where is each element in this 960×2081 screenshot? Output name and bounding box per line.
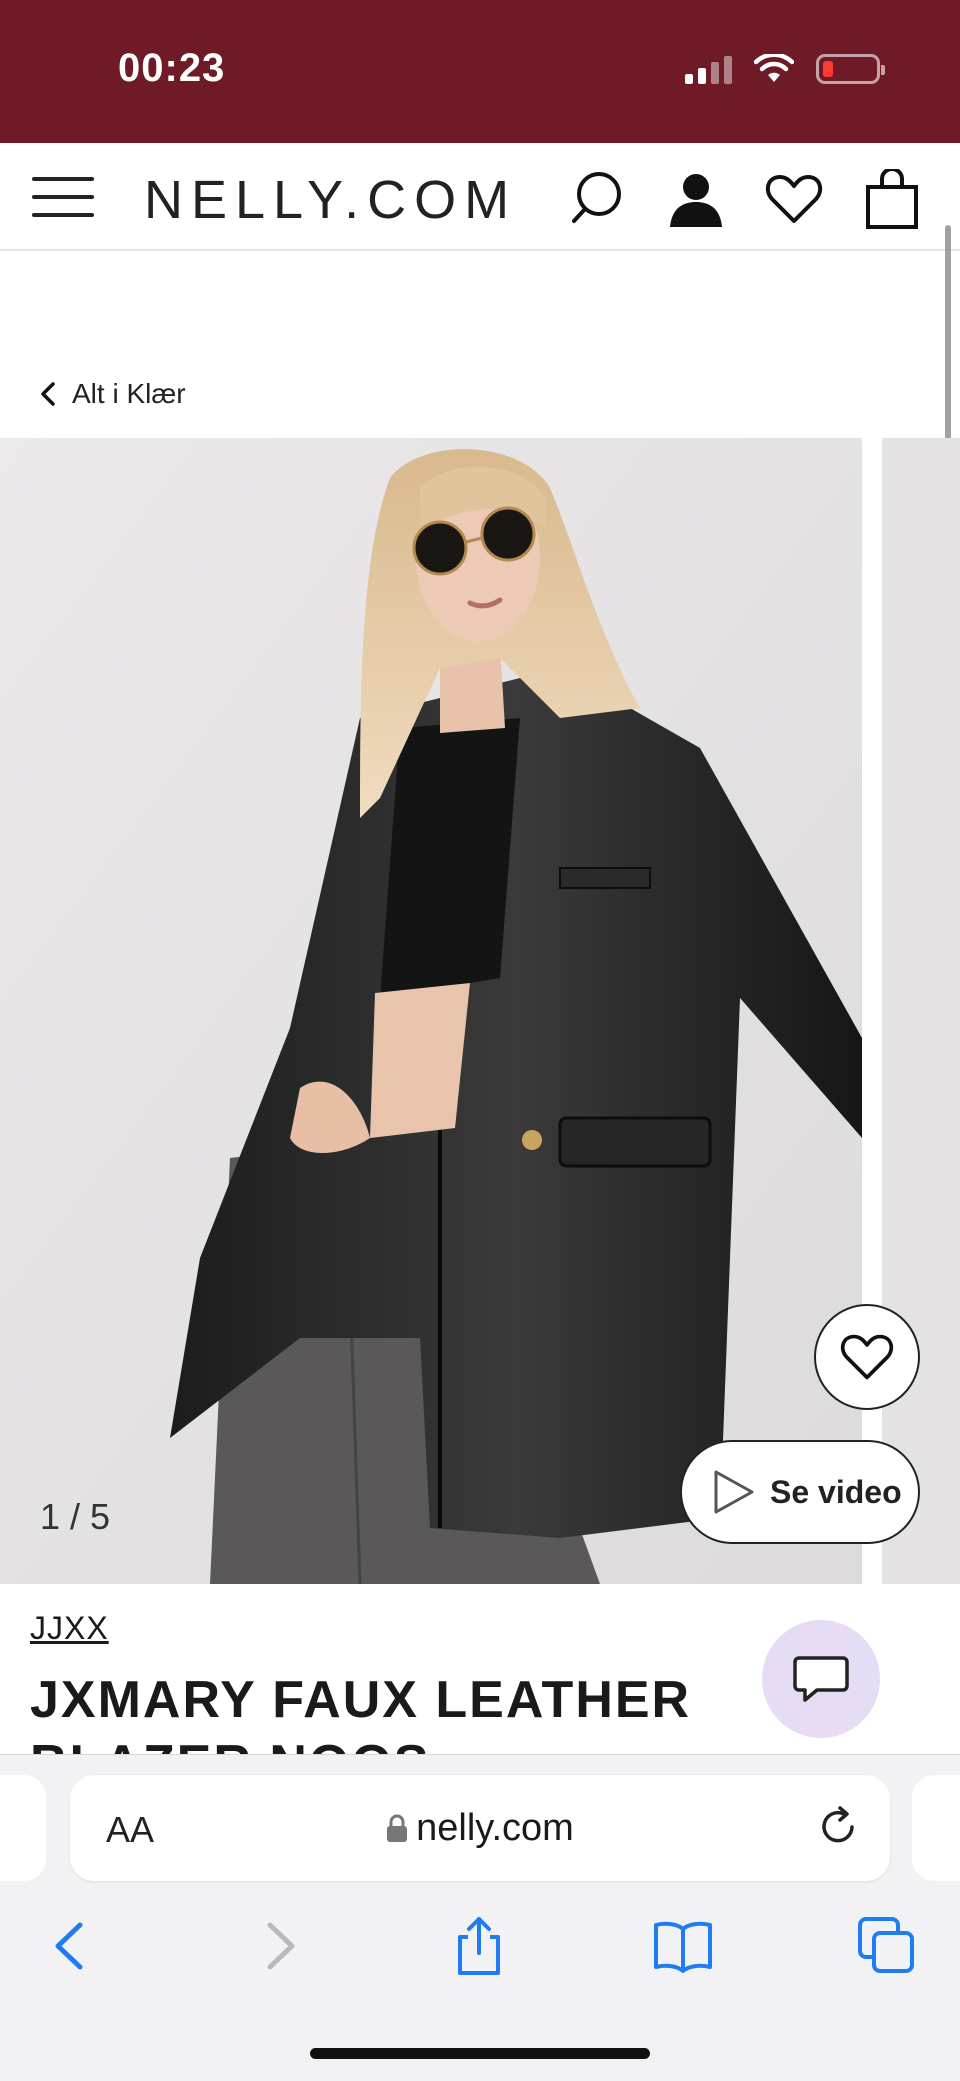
chat-bubble-icon [793, 1656, 849, 1702]
tabs-icon[interactable] [856, 1915, 918, 1977]
site-logo[interactable]: NELLY.COM [144, 169, 517, 231]
breadcrumb-label: Alt i Klær [72, 378, 186, 409]
address-bar[interactable]: AA nelly.com [70, 1775, 890, 1881]
cellular-signal-icon [685, 54, 732, 84]
url-display[interactable]: nelly.com [70, 1807, 890, 1850]
add-to-wishlist-button[interactable] [814, 1304, 920, 1410]
account-icon[interactable] [666, 169, 726, 229]
share-icon[interactable] [448, 1915, 510, 1977]
reload-icon[interactable] [816, 1805, 860, 1849]
browser-toolbar [0, 1905, 960, 2005]
product-photo-illustration [0, 438, 862, 1584]
wifi-icon [754, 54, 794, 82]
status-bar: 00:23 [0, 0, 960, 143]
url-text: nelly.com [416, 1807, 574, 1849]
video-button-label: Se video [770, 1473, 902, 1510]
chevron-left-icon [41, 382, 55, 406]
menu-icon[interactable] [32, 173, 94, 221]
battery-icon [816, 54, 885, 84]
bookmarks-icon[interactable] [652, 1915, 714, 1977]
image-counter: 1 / 5 [40, 1496, 111, 1537]
home-indicator[interactable] [310, 2048, 650, 2059]
search-icon[interactable] [566, 169, 626, 229]
forward-icon[interactable] [248, 1915, 310, 1977]
product-brand-link[interactable]: JJXX [30, 1610, 109, 1647]
browser-bottom-bar: AA nelly.com [0, 1754, 960, 2081]
play-video-button[interactable]: Se video [680, 1440, 920, 1544]
previous-tab-peek[interactable] [0, 1775, 46, 1881]
next-tab-peek[interactable] [912, 1775, 960, 1881]
back-icon[interactable] [40, 1915, 102, 1977]
product-image[interactable] [0, 438, 862, 1584]
lock-icon [387, 1814, 408, 1842]
chat-button[interactable] [762, 1620, 880, 1738]
status-icons [685, 54, 885, 84]
play-icon [714, 1470, 754, 1514]
heart-icon [840, 1334, 894, 1380]
wishlist-icon[interactable] [764, 169, 824, 229]
next-image-peek[interactable] [882, 438, 960, 1584]
site-header: NELLY.COM [0, 143, 960, 251]
status-time: 00:23 [118, 46, 226, 90]
bag-icon[interactable] [862, 169, 922, 229]
breadcrumb[interactable]: Alt i Klær [38, 378, 186, 410]
